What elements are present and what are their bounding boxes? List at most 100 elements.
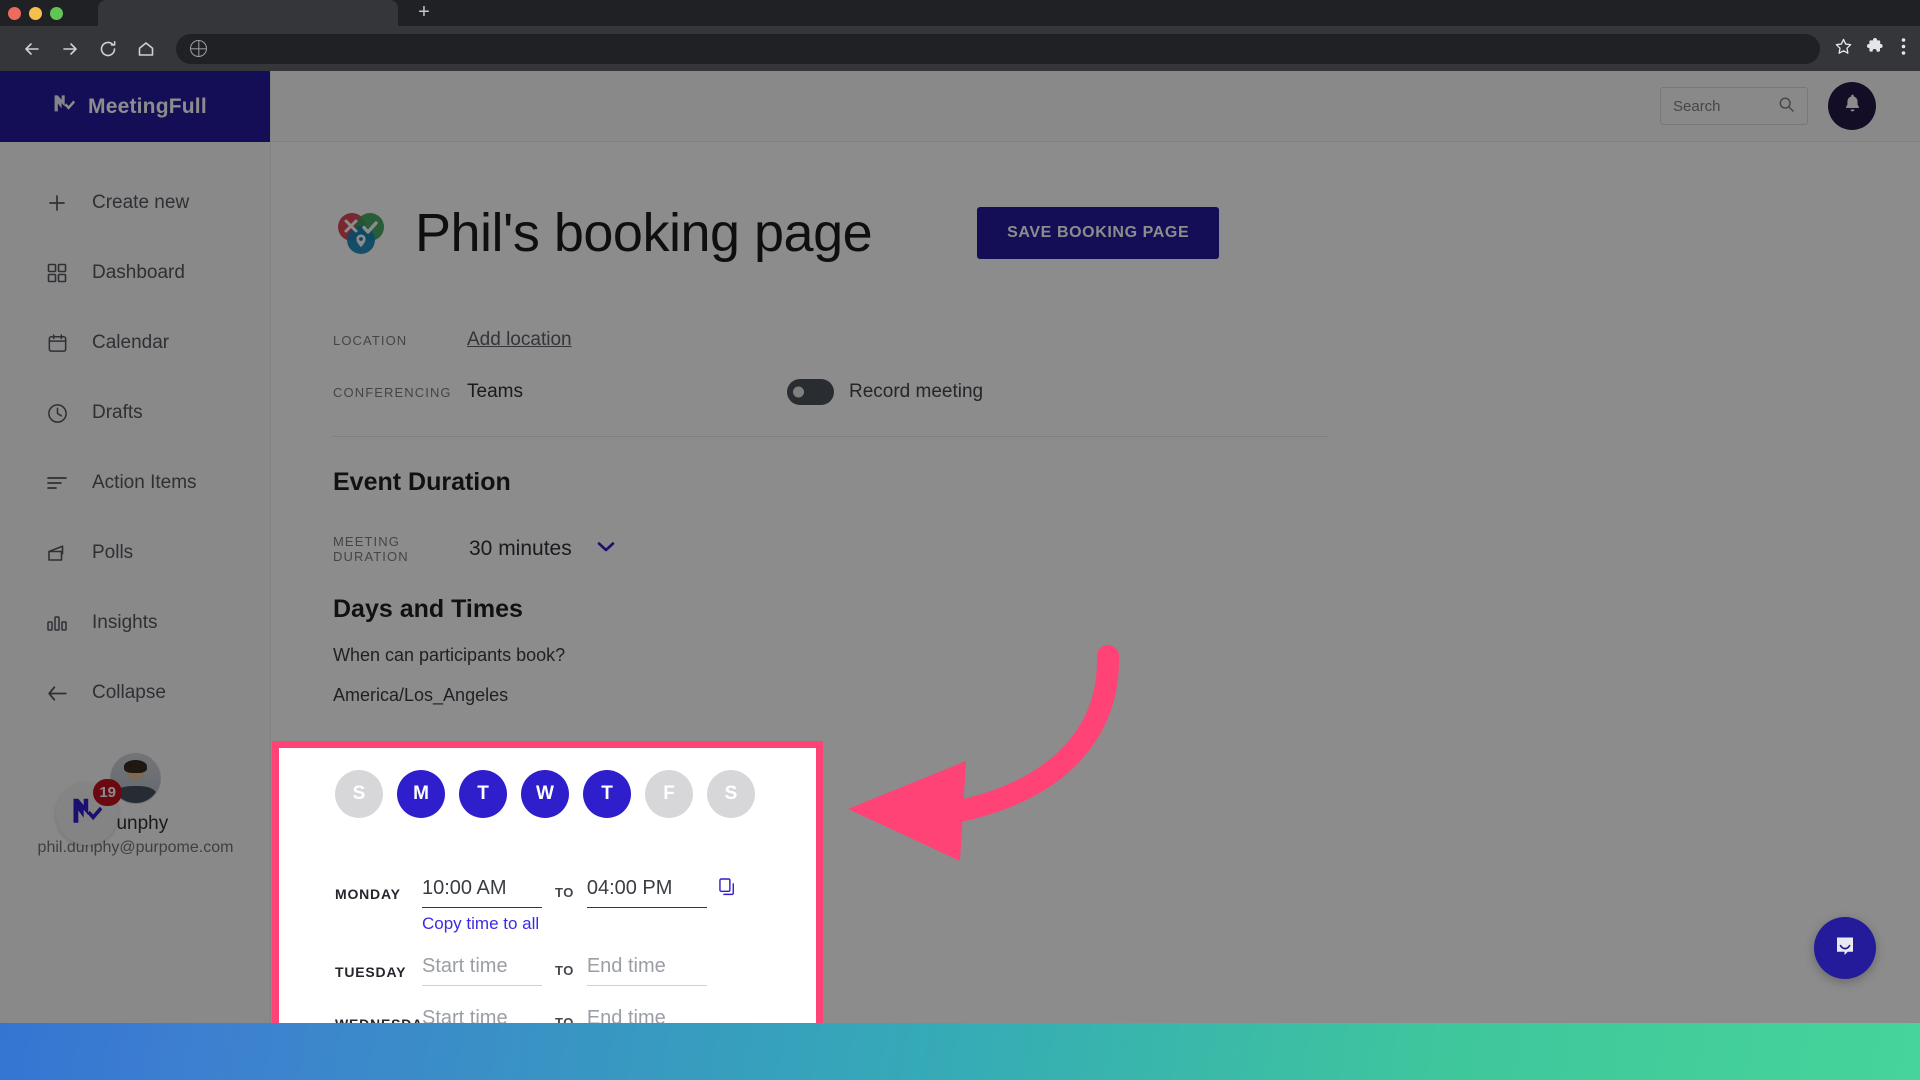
close-window-button[interactable] <box>8 6 21 20</box>
sidebar-item-action-items[interactable]: Action Items <box>0 448 270 518</box>
days-times-highlight-panel: S M T W T F S MONDAY 10:00 AM TO 04:00 P… <box>272 741 823 1023</box>
sidebar-item-collapse[interactable]: Collapse <box>0 658 270 728</box>
profile-email: phil.dunphy@purpome.com <box>37 839 234 856</box>
day-toggle-wednesday[interactable]: W <box>521 770 569 818</box>
sidebar-item-polls[interactable]: Polls <box>0 518 270 588</box>
browser-nav-buttons <box>0 33 162 65</box>
booking-page: Phil's booking page SAVE BOOKING PAGE LO… <box>271 142 1920 706</box>
brand-header[interactable]: MeetingFull <box>0 71 270 142</box>
day-label: TUESDAY <box>335 964 407 980</box>
sidebar-item-label: Insights <box>92 612 158 633</box>
new-tab-button[interactable]: + <box>410 0 438 26</box>
brand-name: MeetingFull <box>88 94 207 118</box>
location-label: LOCATION <box>333 332 408 348</box>
sidebar-item-insights[interactable]: Insights <box>0 588 270 658</box>
add-location-link[interactable]: Add location <box>467 329 572 351</box>
sidebar-item-create-new[interactable]: Create new <box>0 168 270 238</box>
sidebar-item-label: Dashboard <box>92 262 185 283</box>
record-meeting-toggle[interactable] <box>786 379 834 405</box>
bell-icon <box>1841 92 1864 120</box>
sidebar-profile[interactable]: Dunphy phil.dunphy@purpome.com <box>0 753 271 857</box>
toggle-knob <box>792 386 804 398</box>
chat-bubble-icon <box>1830 931 1860 966</box>
browser-tab-strip: + <box>0 0 1920 26</box>
address-bar[interactable] <box>176 33 1820 64</box>
clock-icon <box>44 400 70 426</box>
sidebar-item-calendar[interactable]: Calendar <box>0 308 270 378</box>
grid-icon <box>44 260 70 286</box>
bar-chart-icon <box>44 610 70 636</box>
copy-icon[interactable] <box>707 878 736 908</box>
monday-start-time-input[interactable]: 10:00 AM <box>422 877 542 908</box>
chevron-down-icon[interactable] <box>596 540 616 558</box>
poll-icon <box>44 540 70 566</box>
sidebar-item-label: Polls <box>92 542 134 563</box>
day-toggle-monday[interactable]: M <box>397 770 445 818</box>
save-booking-page-button[interactable]: SAVE BOOKING PAGE <box>977 207 1220 259</box>
location-row: LOCATION Add location <box>333 314 1920 366</box>
wednesday-start-time-input[interactable]: Start time <box>422 1007 542 1023</box>
sidebar-item-label: Drafts <box>92 402 143 423</box>
record-meeting-group: Record meeting <box>786 379 983 405</box>
maximize-window-button[interactable] <box>50 6 63 20</box>
calendar-icon <box>44 330 70 356</box>
day-toggle-sunday[interactable]: S <box>335 770 383 818</box>
monday-end-time-input[interactable]: 04:00 PM <box>586 877 707 908</box>
search-input[interactable]: Search <box>1660 87 1808 125</box>
copy-time-to-all-link[interactable]: Copy time to all <box>335 914 816 934</box>
sidebar-item-label: Collapse <box>92 682 166 703</box>
day-toggle-row: S M T W T F S <box>279 770 816 818</box>
three-dot-menu-icon[interactable] <box>1901 37 1906 61</box>
section-divider <box>333 436 1328 437</box>
meeting-duration-label: MEETING DURATION <box>333 534 409 564</box>
day-label: WEDNESDAY <box>335 1016 422 1023</box>
availability-rows: MONDAY 10:00 AM TO 04:00 PM Copy time to… <box>279 856 816 1023</box>
window-traffic-lights[interactable] <box>8 0 63 26</box>
browser-tab[interactable] <box>98 0 398 26</box>
conferencing-label: CONFERENCING <box>333 384 452 400</box>
to-separator: TO <box>555 1015 574 1023</box>
tuesday-start-time-input[interactable]: Start time <box>422 955 542 986</box>
sidebar-item-label: Create new <box>92 192 190 213</box>
page-title: Phil's booking page <box>415 203 873 263</box>
intercom-chat-button[interactable] <box>1814 917 1876 979</box>
tuesday-end-time-input[interactable]: End time <box>586 955 707 986</box>
to-separator: TO <box>555 885 574 900</box>
wednesday-end-time-input[interactable]: End time <box>587 1007 707 1023</box>
plus-icon <box>44 190 70 216</box>
star-icon[interactable] <box>1834 37 1853 61</box>
day-toggle-friday[interactable]: F <box>645 770 693 818</box>
puzzle-icon[interactable] <box>1867 36 1887 61</box>
conferencing-value[interactable]: Teams <box>467 381 523 403</box>
minimize-window-button[interactable] <box>29 6 42 20</box>
reload-icon[interactable] <box>92 33 124 65</box>
to-separator: TO <box>555 963 574 978</box>
day-toggle-thursday[interactable]: T <box>583 770 631 818</box>
sidebar-item-dashboard[interactable]: Dashboard <box>0 238 270 308</box>
back-arrow-icon[interactable] <box>16 33 48 65</box>
search-icon[interactable] <box>1778 96 1795 117</box>
days-and-times-question: When can participants book? <box>333 645 566 665</box>
conferencing-row: CONFERENCING Teams Record meeting <box>333 366 1920 418</box>
sidebar-item-drafts[interactable]: Drafts <box>0 378 270 448</box>
sidebar-item-label: Calendar <box>92 332 170 353</box>
event-duration-heading: Event Duration <box>333 468 511 496</box>
timezone-value[interactable]: America/Los_Angeles <box>333 685 1920 706</box>
notifications-button[interactable] <box>1828 82 1876 130</box>
home-icon[interactable] <box>130 33 162 65</box>
left-arrow-icon <box>44 680 70 706</box>
meta-fields: LOCATION Add location CONFERENCING Teams… <box>333 314 1920 418</box>
availability-row-tuesday: TUESDAY Start time TO End time <box>335 934 816 986</box>
venn-circles-icon <box>333 210 389 256</box>
browser-window: + Search MeetingFull Create new Dashboar… <box>0 0 1920 1023</box>
day-toggle-tuesday[interactable]: T <box>459 770 507 818</box>
meeting-duration-value[interactable]: 30 minutes <box>469 537 572 561</box>
browser-toolbar-right <box>1834 36 1920 61</box>
day-label: MONDAY <box>335 886 401 902</box>
availability-row-wednesday: WEDNESDAY Start time TO End time <box>335 986 816 1023</box>
globe-icon <box>190 40 207 57</box>
days-and-times-heading: Days and Times <box>333 595 523 623</box>
chat-launcher-button[interactable]: 19 <box>56 779 122 845</box>
day-toggle-saturday[interactable]: S <box>707 770 755 818</box>
forward-arrow-icon[interactable] <box>54 33 86 65</box>
